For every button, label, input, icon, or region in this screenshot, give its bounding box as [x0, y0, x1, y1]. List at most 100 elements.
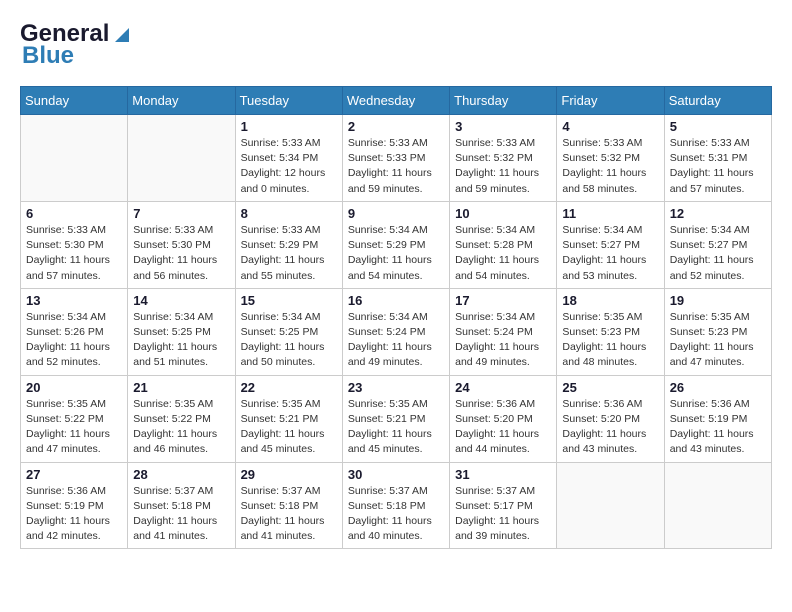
day-info: Sunrise: 5:34 AM Sunset: 5:27 PM Dayligh… [670, 223, 766, 284]
day-info: Sunrise: 5:33 AM Sunset: 5:32 PM Dayligh… [455, 136, 551, 197]
day-cell-13: 13Sunrise: 5:34 AM Sunset: 5:26 PM Dayli… [21, 288, 128, 375]
day-info: Sunrise: 5:35 AM Sunset: 5:22 PM Dayligh… [26, 397, 122, 458]
day-cell-15: 15 Sunrise: 5:34 AM Sunset: 5:25 PM Dayli… [235, 288, 342, 375]
weekday-header-wednesday: Wednesday [342, 87, 449, 115]
day-number: 29 [241, 467, 337, 482]
day-number: 20 [26, 380, 122, 395]
day-cell-23: 23 Sunrise: 5:35 AM Sunset: 5:21 PM Dayli… [342, 375, 449, 462]
week-row-5: 27 Sunrise: 5:36 AM Sunset: 5:19 PM Dayli… [21, 462, 772, 549]
logo-blue: Blue [22, 42, 74, 70]
day-info: Sunrise: 5:35 AM Sunset: 5:23 PM Dayligh… [670, 310, 766, 371]
logo: General Blue [20, 20, 133, 70]
day-info: Sunrise: 5:33 AM Sunset: 5:33 PM Dayligh… [348, 136, 444, 197]
day-info: Sunrise: 5:37 AM Sunset: 5:18 PM Dayligh… [133, 484, 229, 545]
day-cell-4: 4 Sunrise: 5:33 AM Sunset: 5:32 PM Daylig… [557, 115, 664, 202]
empty-cell [128, 115, 235, 202]
day-cell-11: 11 Sunrise: 5:34 AM Sunset: 5:27 PM Dayli… [557, 201, 664, 288]
day-info: Sunrise: 5:34 AM Sunset: 5:28 PM Dayligh… [455, 223, 551, 284]
weekday-header-thursday: Thursday [450, 87, 557, 115]
day-cell-24: 24 Sunrise: 5:36 AM Sunset: 5:20 PM Dayli… [450, 375, 557, 462]
day-info: Sunrise: 5:35 AM Sunset: 5:21 PM Dayligh… [241, 397, 337, 458]
day-number: 2 [348, 119, 444, 134]
day-number: 6 [26, 206, 122, 221]
day-info: Sunrise: 5:35 AM Sunset: 5:21 PM Dayligh… [348, 397, 444, 458]
day-cell-10: 10Sunrise: 5:34 AM Sunset: 5:28 PM Dayli… [450, 201, 557, 288]
day-cell-6: 6 Sunrise: 5:33 AM Sunset: 5:30 PM Daylig… [21, 201, 128, 288]
calendar-header-row: SundayMondayTuesdayWednesdayThursdayFrid… [21, 87, 772, 115]
day-info: Sunrise: 5:33 AM Sunset: 5:31 PM Dayligh… [670, 136, 766, 197]
day-cell-25: 25 Sunrise: 5:36 AM Sunset: 5:20 PM Dayli… [557, 375, 664, 462]
weekday-header-sunday: Sunday [21, 87, 128, 115]
day-number: 27 [26, 467, 122, 482]
day-info: Sunrise: 5:34 AM Sunset: 5:29 PM Dayligh… [348, 223, 444, 284]
day-number: 18 [562, 293, 658, 308]
day-number: 13 [26, 293, 122, 308]
day-cell-14: 14Sunrise: 5:34 AM Sunset: 5:25 PM Dayli… [128, 288, 235, 375]
day-info: Sunrise: 5:37 AM Sunset: 5:18 PM Dayligh… [241, 484, 337, 545]
day-cell-19: 19 Sunrise: 5:35 AM Sunset: 5:23 PM Dayli… [664, 288, 771, 375]
page-header: General Blue [20, 20, 772, 70]
weekday-header-saturday: Saturday [664, 87, 771, 115]
weekday-header-monday: Monday [128, 87, 235, 115]
day-number: 30 [348, 467, 444, 482]
calendar-table: SundayMondayTuesdayWednesdayThursdayFrid… [20, 86, 772, 549]
day-info: Sunrise: 5:36 AM Sunset: 5:19 PM Dayligh… [670, 397, 766, 458]
day-cell-27: 27 Sunrise: 5:36 AM Sunset: 5:19 PM Dayli… [21, 462, 128, 549]
day-number: 15 [241, 293, 337, 308]
day-number: 4 [562, 119, 658, 134]
week-row-4: 20 Sunrise: 5:35 AM Sunset: 5:22 PM Dayli… [21, 375, 772, 462]
day-cell-3: 3 Sunrise: 5:33 AM Sunset: 5:32 PM Daylig… [450, 115, 557, 202]
day-cell-1: 1Sunrise: 5:33 AM Sunset: 5:34 PM Daylig… [235, 115, 342, 202]
day-info: Sunrise: 5:36 AM Sunset: 5:19 PM Dayligh… [26, 484, 122, 545]
day-cell-5: 5Sunrise: 5:33 AM Sunset: 5:31 PM Daylig… [664, 115, 771, 202]
day-number: 7 [133, 206, 229, 221]
day-info: Sunrise: 5:36 AM Sunset: 5:20 PM Dayligh… [455, 397, 551, 458]
day-cell-12: 12Sunrise: 5:34 AM Sunset: 5:27 PM Dayli… [664, 201, 771, 288]
day-number: 26 [670, 380, 766, 395]
day-cell-16: 16 Sunrise: 5:34 AM Sunset: 5:24 PM Dayli… [342, 288, 449, 375]
day-number: 28 [133, 467, 229, 482]
day-number: 11 [562, 206, 658, 221]
day-cell-2: 2 Sunrise: 5:33 AM Sunset: 5:33 PM Daylig… [342, 115, 449, 202]
day-number: 25 [562, 380, 658, 395]
day-info: Sunrise: 5:36 AM Sunset: 5:20 PM Dayligh… [562, 397, 658, 458]
day-cell-18: 18Sunrise: 5:35 AM Sunset: 5:23 PM Dayli… [557, 288, 664, 375]
day-info: Sunrise: 5:37 AM Sunset: 5:18 PM Dayligh… [348, 484, 444, 545]
empty-cell [21, 115, 128, 202]
day-number: 17 [455, 293, 551, 308]
day-cell-17: 17Sunrise: 5:34 AM Sunset: 5:24 PM Dayli… [450, 288, 557, 375]
weekday-header-friday: Friday [557, 87, 664, 115]
day-number: 3 [455, 119, 551, 134]
day-cell-22: 22 Sunrise: 5:35 AM Sunset: 5:21 PM Dayli… [235, 375, 342, 462]
week-row-1: 1Sunrise: 5:33 AM Sunset: 5:34 PM Daylig… [21, 115, 772, 202]
day-number: 23 [348, 380, 444, 395]
day-number: 1 [241, 119, 337, 134]
day-info: Sunrise: 5:33 AM Sunset: 5:32 PM Dayligh… [562, 136, 658, 197]
week-row-3: 13Sunrise: 5:34 AM Sunset: 5:26 PM Dayli… [21, 288, 772, 375]
day-info: Sunrise: 5:33 AM Sunset: 5:29 PM Dayligh… [241, 223, 337, 284]
day-info: Sunrise: 5:33 AM Sunset: 5:30 PM Dayligh… [26, 223, 122, 284]
day-number: 19 [670, 293, 766, 308]
day-cell-29: 29 Sunrise: 5:37 AM Sunset: 5:18 PM Dayli… [235, 462, 342, 549]
day-cell-28: 28 Sunrise: 5:37 AM Sunset: 5:18 PM Dayli… [128, 462, 235, 549]
empty-cell [557, 462, 664, 549]
day-info: Sunrise: 5:34 AM Sunset: 5:25 PM Dayligh… [241, 310, 337, 371]
day-number: 22 [241, 380, 337, 395]
day-info: Sunrise: 5:37 AM Sunset: 5:17 PM Dayligh… [455, 484, 551, 545]
day-number: 9 [348, 206, 444, 221]
week-row-2: 6 Sunrise: 5:33 AM Sunset: 5:30 PM Daylig… [21, 201, 772, 288]
day-number: 14 [133, 293, 229, 308]
day-cell-8: 8Sunrise: 5:33 AM Sunset: 5:29 PM Daylig… [235, 201, 342, 288]
day-cell-30: 30 Sunrise: 5:37 AM Sunset: 5:18 PM Dayli… [342, 462, 449, 549]
day-cell-26: 26 Sunrise: 5:36 AM Sunset: 5:19 PM Dayli… [664, 375, 771, 462]
day-info: Sunrise: 5:34 AM Sunset: 5:27 PM Dayligh… [562, 223, 658, 284]
day-cell-7: 7Sunrise: 5:33 AM Sunset: 5:30 PM Daylig… [128, 201, 235, 288]
day-number: 16 [348, 293, 444, 308]
empty-cell [664, 462, 771, 549]
day-cell-20: 20 Sunrise: 5:35 AM Sunset: 5:22 PM Dayli… [21, 375, 128, 462]
day-info: Sunrise: 5:34 AM Sunset: 5:24 PM Dayligh… [348, 310, 444, 371]
day-cell-31: 31 Sunrise: 5:37 AM Sunset: 5:17 PM Dayli… [450, 462, 557, 549]
day-number: 24 [455, 380, 551, 395]
weekday-header-tuesday: Tuesday [235, 87, 342, 115]
day-number: 31 [455, 467, 551, 482]
